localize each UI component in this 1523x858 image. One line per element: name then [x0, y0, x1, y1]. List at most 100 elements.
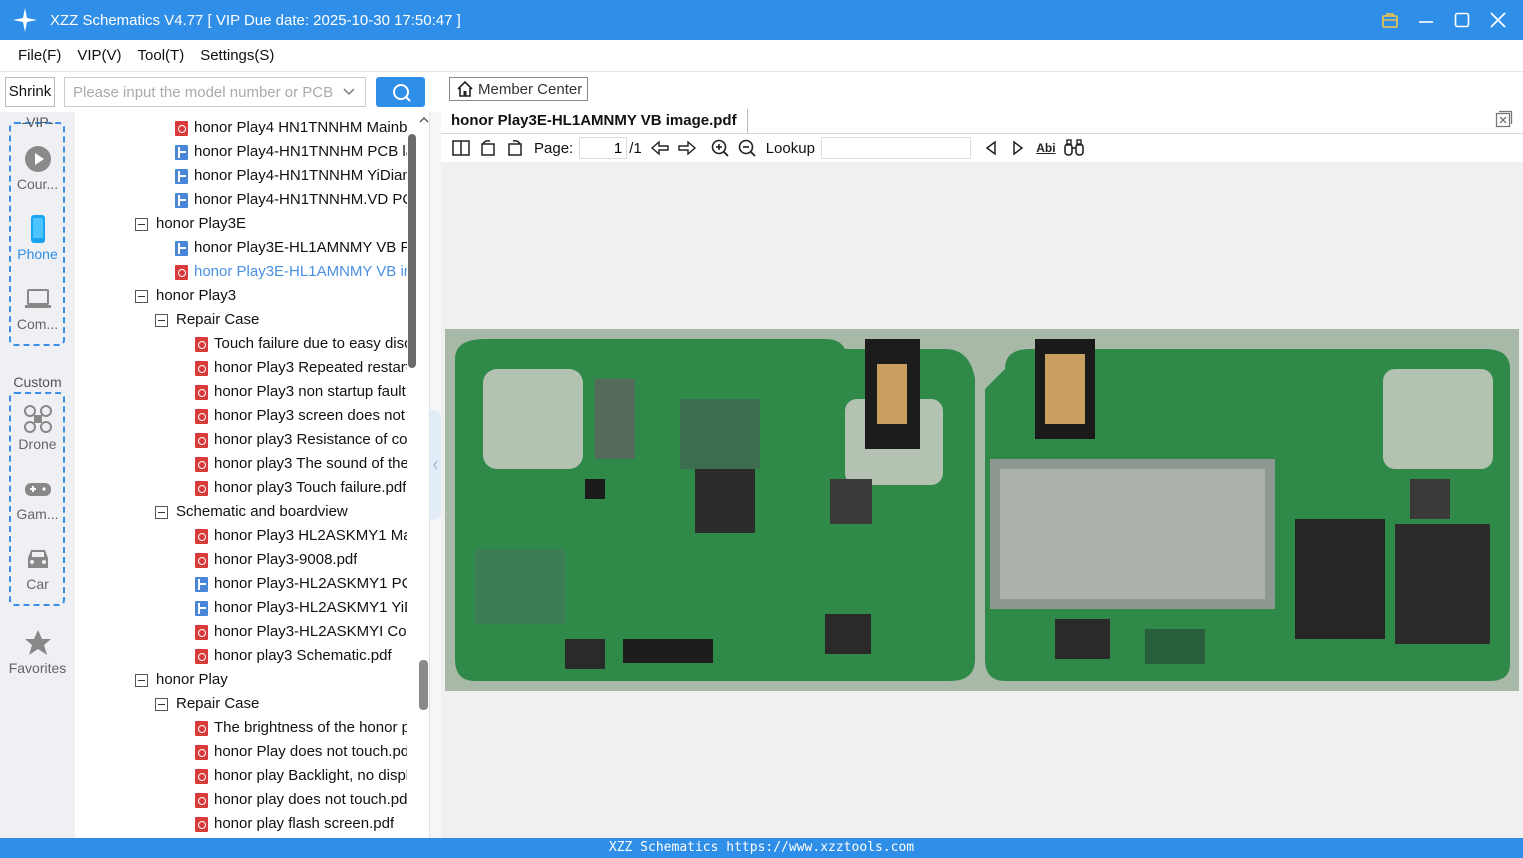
search-input[interactable]	[65, 78, 335, 106]
pdf-file-icon	[195, 456, 208, 472]
pcb-board-image	[445, 329, 1519, 691]
rail-item-computer[interactable]: Com...	[0, 284, 75, 332]
close-icon[interactable]	[1487, 9, 1509, 31]
tree-item-label: honor Play4 HN1TNNHM Mainboard	[194, 119, 407, 136]
member-center-button[interactable]: Member Center	[449, 77, 588, 101]
rail-item-course[interactable]: Cour...	[0, 144, 75, 192]
rail-item-favorites[interactable]: Favorites	[0, 628, 75, 676]
tree-item[interactable]: honor play does not touch.pdf	[195, 788, 407, 812]
tree-group[interactable]: honor Play	[135, 668, 407, 692]
tree-item[interactable]: honor Play3 screen does not display	[195, 404, 407, 428]
collapse-toggle-icon[interactable]	[135, 673, 148, 687]
title-bar: XZZ Schematics V4.77 [ VIP Due date: 202…	[0, 0, 1523, 40]
rotate-right-icon[interactable]	[503, 136, 527, 160]
find-prev-icon[interactable]	[979, 136, 1003, 160]
pdf-file-icon	[195, 648, 208, 664]
binoculars-icon[interactable]	[1062, 136, 1086, 160]
tree-item[interactable]: honor Play3-HL2ASKMY1 YiDianTong	[195, 596, 407, 620]
zoom-in-icon[interactable]	[708, 136, 732, 160]
pdf-viewer[interactable]	[441, 162, 1523, 838]
menu-tool[interactable]: Tool(T)	[138, 47, 185, 64]
close-all-tabs-icon[interactable]	[1495, 110, 1513, 128]
tab-document[interactable]: honor Play3E-HL1AMNMY VB image.pdf	[451, 109, 748, 133]
zoom-out-icon[interactable]	[735, 136, 759, 160]
tree-item-label: honor Play3 non startup fault maintenanc…	[214, 383, 407, 400]
tree-item[interactable]: honor Play3 HL2ASKMY1 Mainboard	[195, 524, 407, 548]
tree-group[interactable]: Repair Case	[155, 692, 407, 716]
tree-item[interactable]: honor Play4-HN1TNNHM YiDianTong	[175, 164, 407, 188]
tree-group[interactable]: honor Play3E	[135, 212, 407, 236]
page-number-input[interactable]	[579, 137, 628, 159]
tree-item-label: honor play3 Resistance of connector	[214, 431, 407, 448]
tree-item[interactable]: honor Play3 Repeated restart.pdf	[195, 356, 407, 380]
collapse-toggle-icon[interactable]	[155, 505, 168, 519]
rail-item-phone[interactable]: Phone	[0, 214, 75, 262]
tree-scrollbar-thumb[interactable]	[408, 134, 416, 368]
find-next-icon[interactable]	[1006, 136, 1030, 160]
tree-item-label: honor Play3-HL2ASKMY1 PCB layer	[214, 575, 407, 592]
tree-item[interactable]: honor Play4-HN1TNNHM PCB layer	[175, 140, 407, 164]
search-row: Shrink	[0, 72, 440, 112]
search-combobox[interactable]	[64, 77, 366, 107]
shrink-button[interactable]: Shrink	[5, 77, 55, 107]
tree-item-label: honor Play3	[156, 287, 237, 304]
tree-item[interactable]: honor Play3 non startup fault maintenanc…	[195, 380, 407, 404]
pdf-file-icon	[175, 120, 188, 136]
menu-file[interactable]: File(F)	[18, 47, 61, 64]
page-label: Page:	[534, 139, 574, 157]
search-button[interactable]	[376, 77, 425, 107]
split-view-icon[interactable]	[449, 136, 473, 160]
next-page-icon[interactable]	[675, 136, 699, 160]
tree-item[interactable]: honor Play3E-HL1AMNMY VB image.pdf	[175, 260, 407, 284]
collapse-toggle-icon[interactable]	[135, 289, 148, 303]
tree-item[interactable]: Touch failure due to easy disconnection	[195, 332, 407, 356]
tree-item[interactable]: honor Play3E-HL1AMNMY VB PCB	[175, 236, 407, 260]
menu-vip[interactable]: VIP(V)	[77, 47, 121, 64]
prev-page-icon[interactable]	[648, 136, 672, 160]
match-case-label: Abi	[1036, 141, 1056, 155]
tree-item[interactable]: The brightness of the honor play	[195, 716, 407, 740]
rail-item-car[interactable]: Car	[0, 544, 75, 592]
tree-item[interactable]: honor Play4-HN1TNNHM.VD PCB	[175, 188, 407, 212]
tree-item-label: honor Play3 HL2ASKMY1 Mainboard	[214, 527, 407, 544]
tree-item[interactable]: honor Play3-9008.pdf	[195, 548, 407, 572]
minimize-icon[interactable]	[1415, 9, 1437, 31]
tree-group[interactable]: Repair Case	[155, 308, 407, 332]
tree-item[interactable]: honor play3 Resistance of connector	[195, 428, 407, 452]
collapse-toggle-icon[interactable]	[155, 313, 168, 327]
lookup-input[interactable]	[820, 137, 971, 159]
tree-group[interactable]: honor Play3	[135, 284, 407, 308]
collapse-toggle-icon[interactable]	[155, 697, 168, 711]
rail-item-game[interactable]: Gam...	[0, 474, 75, 522]
tree-item[interactable]: honor Play does not touch.pdf	[195, 740, 407, 764]
rail-item-label: Favorites	[8, 660, 67, 676]
chevron-down-icon[interactable]	[341, 84, 357, 100]
collapse-toggle-icon[interactable]	[135, 217, 148, 231]
tree-item[interactable]: honor Play3-HL2ASKMYI Component	[195, 620, 407, 644]
tree-item[interactable]: honor play flash screen.pdf	[195, 812, 407, 836]
tree-item-label: honor play Backlight, no display	[214, 767, 407, 784]
tree-item-label: honor Play3 screen does not display	[214, 407, 407, 424]
rail-item-drone[interactable]: Drone	[0, 404, 75, 452]
menu-settings[interactable]: Settings(S)	[200, 47, 274, 64]
maximize-icon[interactable]	[1451, 9, 1473, 31]
match-case-icon[interactable]: Abi	[1033, 136, 1059, 160]
tree-item-label: honor play3 Touch failure.pdf	[214, 479, 407, 496]
tree-item[interactable]: honor play3 The sound of the handset	[195, 452, 407, 476]
star-icon	[24, 630, 51, 655]
rail-item-label: Gam...	[16, 506, 59, 522]
tree-item[interactable]: honor Play4 HN1TNNHM Mainboard	[175, 116, 407, 140]
tree-item-label: honor Play3-9008.pdf	[214, 551, 358, 568]
tree-item-label: The brightness of the honor play	[214, 719, 407, 736]
tree-item-label: honor Play3E	[156, 215, 247, 232]
tree-item[interactable]: honor play3 Touch failure.pdf	[195, 476, 407, 500]
tree-item[interactable]: honor Play3-HL2ASKMY1 PCB layer	[195, 572, 407, 596]
tree-item[interactable]: honor play Backlight, no display	[195, 764, 407, 788]
tree-group[interactable]: Schematic and boardview	[155, 500, 407, 524]
tree-item[interactable]: honor play3 Schematic.pdf	[195, 644, 407, 668]
vip-bag-icon[interactable]	[1379, 9, 1401, 31]
tree-item-label: honor play does not touch.pdf	[214, 791, 407, 808]
tree-outer-scrollbar-thumb[interactable]	[419, 660, 428, 710]
tree-item-label: honor Play does not touch.pdf	[214, 743, 407, 760]
rotate-left-icon[interactable]	[476, 136, 500, 160]
